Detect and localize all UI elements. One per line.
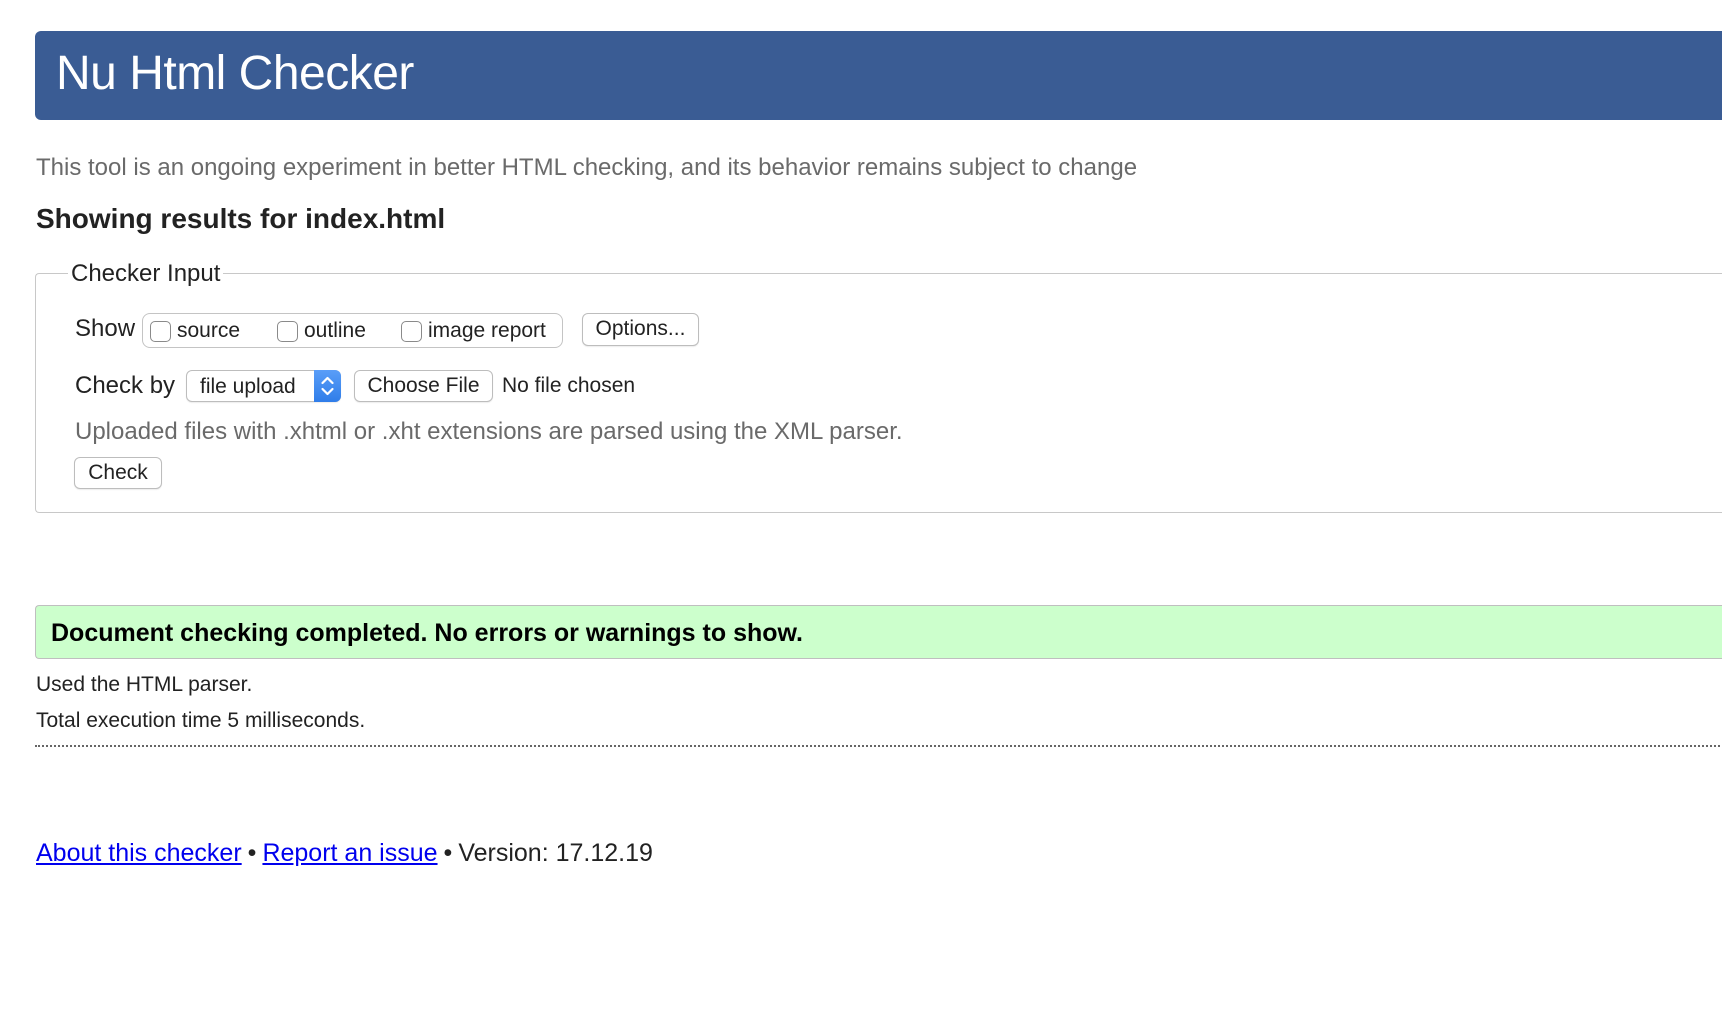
xml-parser-note: Uploaded files with .xhtml or .xht exten… — [75, 418, 903, 445]
footer-separator: • — [443, 839, 453, 867]
show-image-report-option[interactable]: image report — [401, 319, 546, 343]
show-outline-option[interactable]: outline — [277, 319, 366, 343]
page-title: Nu Html Checker — [56, 47, 414, 100]
footer: About this checker • Report an issue • Versi… — [36, 837, 653, 869]
execution-time: Total execution time 5 milliseconds. — [36, 709, 366, 732]
results-heading: Showing results for index.html — [36, 203, 446, 234]
options-button[interactable]: Options... — [582, 313, 699, 346]
show-options-group: source outline image report — [142, 313, 563, 348]
success-message: Document checking completed. No errors o… — [51, 619, 803, 647]
show-label: Show — [75, 315, 136, 342]
select-arrows-icon — [314, 370, 341, 402]
footer-separator: • — [247, 839, 257, 867]
image-report-checkbox-label[interactable]: image report — [428, 319, 546, 343]
outline-checkbox[interactable] — [277, 320, 298, 342]
parser-info: Used the HTML parser. — [36, 673, 253, 696]
version-text: Version: 17.12.19 — [458, 839, 653, 867]
file-status: No file chosen — [502, 374, 636, 397]
report-issue-link[interactable]: Report an issue — [262, 839, 437, 867]
page: Nu Html Checker This tool is an ongoing … — [0, 0, 1722, 1028]
outline-checkbox-label[interactable]: outline — [304, 319, 366, 343]
check-button[interactable]: Check — [74, 457, 162, 489]
show-source-option[interactable]: source — [150, 319, 240, 343]
check-by-select[interactable]: file upload — [186, 370, 341, 402]
choose-file-button[interactable]: Choose File — [354, 370, 493, 402]
check-by-label: Check by — [75, 372, 176, 399]
check-by-selected-value: file upload — [200, 375, 296, 398]
source-checkbox[interactable] — [150, 320, 171, 342]
about-checker-link[interactable]: About this checker — [36, 839, 242, 867]
image-report-checkbox[interactable] — [401, 320, 422, 342]
checker-input-fieldset: Checker Input Show source outline image … — [35, 260, 1722, 513]
tagline: This tool is an ongoing experiment in be… — [36, 154, 1138, 181]
source-checkbox-label[interactable]: source — [177, 319, 240, 343]
checker-input-legend: Checker Input — [68, 260, 224, 288]
dotted-divider — [35, 745, 1722, 747]
success-message-box: Document checking completed. No errors o… — [35, 605, 1722, 659]
header-banner: Nu Html Checker — [35, 31, 1722, 120]
